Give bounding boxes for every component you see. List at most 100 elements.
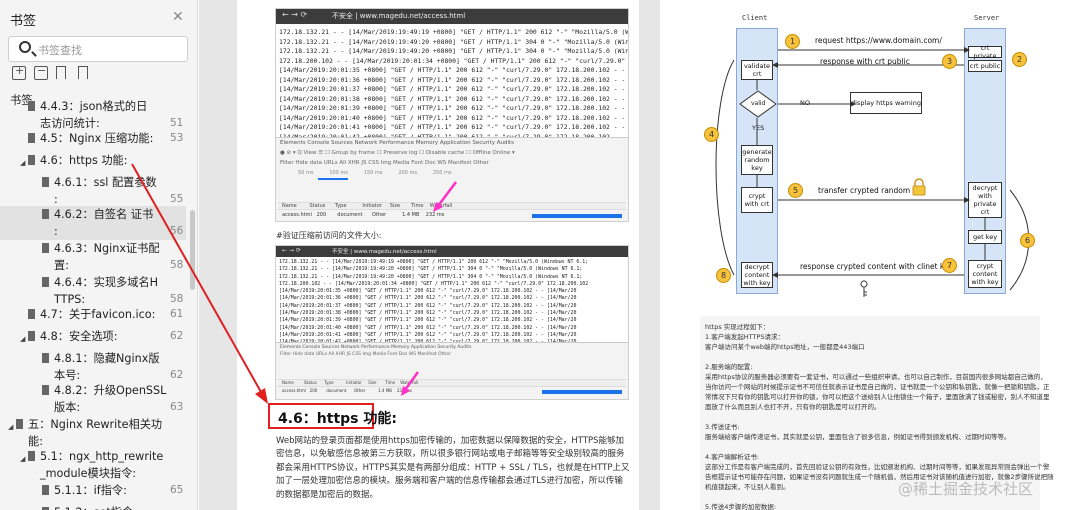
- collapse-triangle-icon[interactable]: ◢: [20, 331, 25, 348]
- notes-line: 当你访问一个网站的时候提示证书不可信任就表示证书是自己做的，证书就是一个公钥和私…: [705, 383, 1050, 391]
- waterfall-bar: [542, 390, 622, 394]
- bookmark-label: 五：Nginx Rewrite相关功 能:: [28, 418, 163, 448]
- notes-line: 3.传送证书:: [705, 423, 740, 431]
- notes-line: 4.客户端解析证书:: [705, 453, 759, 461]
- close-icon[interactable]: ✕: [172, 9, 184, 25]
- bookmark-icon: [28, 331, 35, 341]
- expand-all-icon[interactable]: [12, 64, 26, 80]
- timeline-bar: [318, 178, 348, 180]
- section-paragraph: Web网站的登录页面都是使用https加密传输的，加密数据以保障数据的安全，HT…: [276, 436, 630, 500]
- bookmark-item[interactable]: 4.4.3：json格式的日 志访问统计: 51: [0, 98, 186, 132]
- bookmark-item[interactable]: ◢ 五：Nginx Rewrite相关功 能:: [0, 416, 186, 450]
- notes-line: 常情况下只有你的钥匙可以打开你的锁，你可以把这个送给别人让他锁住一个箱子，里面放…: [705, 393, 1050, 401]
- collapse-triangle-icon[interactable]: ◢: [20, 155, 25, 172]
- step-7-label: response crypted content with clinet key: [800, 262, 954, 271]
- devtools-filter-row: Filter Hide data URLs All XHR JS CSS Img…: [280, 160, 489, 166]
- bookmark-icon: [42, 385, 49, 395]
- notes-line: 采用https协议的服务器必须要有一套证书，可以通过一些组织申请，也可以自己制作…: [705, 373, 1047, 381]
- bookmark-icon: [42, 243, 49, 253]
- browser-url: 不安全 | www.magedu.net/access.html: [332, 249, 437, 255]
- step-5-badge: 5: [788, 183, 803, 198]
- step-2-badge: 2: [1012, 52, 1027, 67]
- bookmark-icon[interactable]: [78, 66, 88, 79]
- search-icon: [19, 41, 31, 53]
- browser-address-bar: ← → ⟳ 不安全 | www.magedu.net/access.html: [276, 246, 628, 257]
- step-5-label: transfer crypted random key: [818, 186, 926, 195]
- bookmark-icon: [28, 133, 35, 143]
- bookmark-search-placeholder: 书签查找: [38, 44, 82, 57]
- timeline-ticks: 50 ms 100 ms 150 ms 200 ms 250 ms: [298, 170, 452, 176]
- bookmark-item[interactable]: 4.5：Nginx 压缩功能: 53: [0, 130, 186, 147]
- bookmark-icon: [42, 277, 49, 287]
- devtools-toolbar: ● ⊘ ▾ Q View ☰ ☐ Group by frame ☐ Preser…: [280, 150, 515, 156]
- notes-line: 服务端给客户端传递证书，其实就是公钥，里面包含了很多信息，例如证书得到颁发机构、…: [705, 433, 1011, 441]
- step-4-badge: 4: [704, 127, 719, 142]
- caption-text: #验证压缩前访问的文件大小:: [276, 231, 382, 240]
- notes-line: 1.客户端发起HTTPS请求：: [705, 333, 784, 341]
- notes-line: 机值锁起来，不让别人看到。: [705, 483, 790, 491]
- bookmark-label: 4.4.3：json格式的日 志访问统计:: [40, 100, 148, 130]
- waterfall-bar: [532, 214, 622, 218]
- bookmark-label: 4.6：https 功能:: [40, 154, 128, 167]
- notes-line: 面放了什么而且别人也打不开，只有你的钥匙是可以打开的。: [705, 403, 881, 411]
- bookmark-icon: [42, 177, 49, 187]
- browser-url: 不安全 | www.magedu.net/access.html: [332, 12, 466, 20]
- notes-line: 客户端访问某个web端的https地址，一般都是443端口: [705, 343, 865, 351]
- screenshot-access-log-2: ← → ⟳ 不安全 | www.magedu.net/access.html 1…: [275, 245, 629, 400]
- watermark: @稀土掘金技术社区: [898, 480, 1034, 498]
- network-table-row: access.html 200 document Other 1.4 MB 23…: [278, 388, 626, 396]
- add-bookmark-icon[interactable]: [56, 66, 66, 79]
- pdf-reader: 书签 ✕ 书签查找 书签4.4.3：json格式的日 志访问统计:514.5：N…: [0, 0, 1080, 510]
- bookmark-icon: [28, 451, 35, 461]
- browser-address-bar: ← → ⟳ 不安全 | www.magedu.net/access.html: [276, 9, 628, 24]
- step-1-label: request https://www.domain.com/: [815, 36, 942, 45]
- browser-nav-icons: ← → ⟳: [282, 247, 301, 254]
- pink-arrow-annotation: [433, 181, 457, 212]
- bookmark-icon: [42, 353, 49, 363]
- notes-line: 5.传送4步骤的加密数据:: [705, 503, 777, 510]
- bookmark-icon: [28, 101, 35, 111]
- collapse-all-icon[interactable]: [34, 64, 48, 80]
- key-icon: [860, 280, 868, 297]
- bookmark-label: 5.1.1：if指令:: [54, 484, 127, 497]
- bookmark-page-number: 53: [170, 132, 184, 144]
- collapse-triangle-icon[interactable]: ◢: [20, 451, 25, 468]
- bookmark-icon: [42, 209, 49, 219]
- bookmark-item[interactable]: ◢ 5.1：ngx_http_rewrite _module模块指令:: [0, 448, 186, 482]
- network-table-header: Name Status Type Initiator Size Time Wat…: [278, 379, 626, 387]
- bookmark-page-number: 65: [170, 484, 184, 496]
- step-7-badge: 7: [942, 258, 957, 273]
- bookmark-item[interactable]: 5.1.1：if指令: 65: [0, 482, 186, 499]
- bookmark-icon: [16, 419, 23, 429]
- notes-line: 这部分工作是有客户端完成的，首先回验证公钥的有效性，比如颁发机构、过期时间等等，…: [705, 463, 1050, 471]
- bookmark-search-input[interactable]: 书签查找: [8, 36, 188, 62]
- section-heading-box: 4.6：https 功能:: [268, 403, 397, 429]
- step-3-label: response with crt public: [820, 57, 910, 66]
- bookmark-label: 4.8：安全选项:: [40, 330, 118, 343]
- devtools-tabs: Elements Console Sources Network Perform…: [280, 140, 515, 146]
- step-3-badge: 3: [942, 54, 957, 69]
- bookmark-label: 5.1：ngx_http_rewrite _module模块指令:: [40, 450, 164, 480]
- bookmark-icon: [28, 155, 35, 165]
- collapse-triangle-icon[interactable]: ◢: [8, 419, 13, 436]
- section-heading: 4.6：https 功能:: [278, 411, 397, 427]
- browser-nav-icons: ← → ⟳: [282, 10, 308, 19]
- step-8-badge: 8: [716, 268, 731, 283]
- step-6-badge: 6: [1020, 233, 1035, 248]
- step-1-badge: 1: [785, 34, 800, 49]
- devtools-tabs: Elements Console Sources Network Perform…: [280, 345, 472, 350]
- bookmark-label: 4.5：Nginx 压缩功能:: [40, 132, 154, 145]
- notes-line: 2.服务端的配置:: [705, 363, 753, 371]
- notes-line: https 实现过程如下：: [705, 323, 770, 331]
- access-log-text: 172.18.132.21 - - [14/Mar/2019:19:49:19 …: [279, 259, 589, 345]
- pink-arrow-annotation: [401, 371, 420, 396]
- devtools-filter-row: Filter Hide data URLs All XHR JS CSS Img…: [280, 352, 451, 357]
- network-timeline: 50 ms 100 ms 150 ms 200 ms 250 ms: [278, 170, 626, 180]
- lock-icon: [912, 178, 926, 196]
- bookmark-panel-title: 书签: [10, 14, 37, 29]
- bookmark-icon: [42, 485, 49, 495]
- bookmark-icon: [28, 309, 35, 319]
- bookmark-label: 5.1.2：set指令:: [54, 504, 137, 510]
- access-log-text: 172.18.132.21 - - [14/Mar/2019:19:49:19 …: [279, 28, 629, 141]
- bookmark-item[interactable]: 5.1.2：set指令:: [0, 504, 186, 510]
